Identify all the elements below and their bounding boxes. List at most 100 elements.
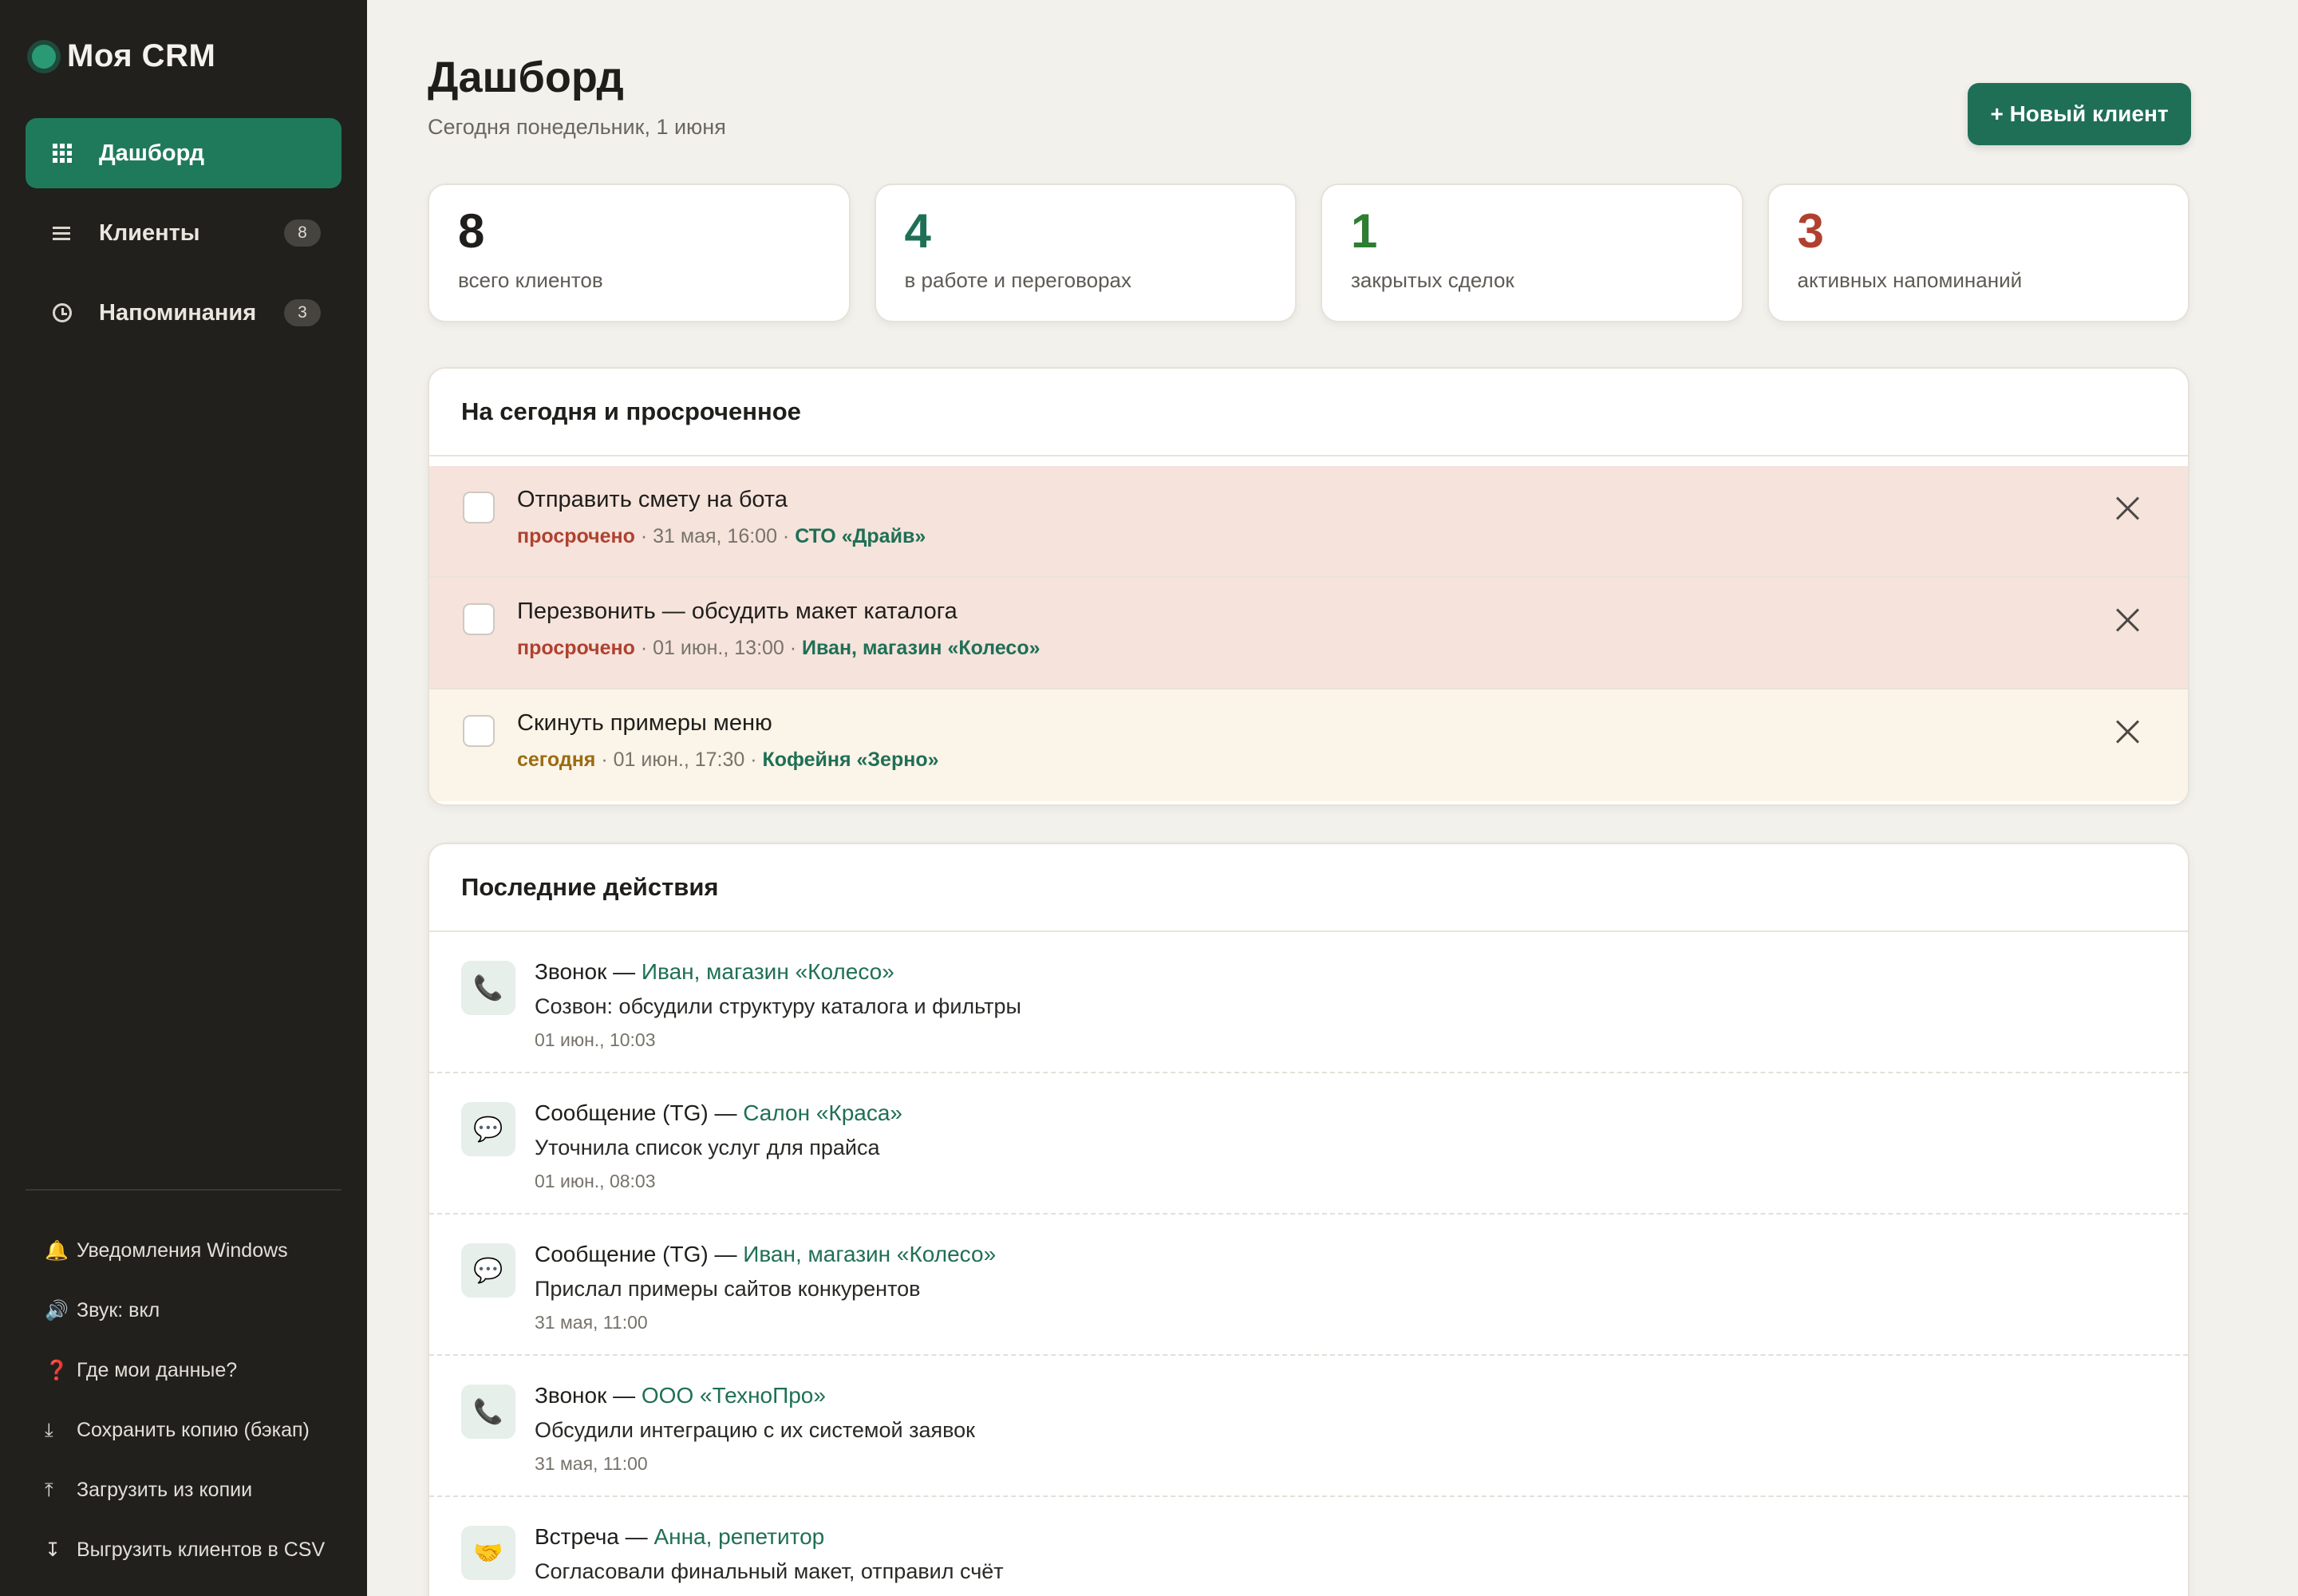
sidebar-item-clients[interactable]: Клиенты 8 (26, 198, 342, 268)
activity-card: Последние действия 📞 Звонок — Иван, мага… (428, 843, 2189, 1596)
stat-value: 3 (1797, 204, 1824, 258)
upload-icon: ⤒ (45, 1479, 53, 1501)
stat-card-total-clients: 8 всего клиентов (428, 184, 851, 322)
stat-label: закрытых сделок (1351, 268, 1514, 292)
activity-item: 📞 Звонок — Иван, магазин «Колесо» Созвон… (429, 932, 2188, 1073)
reminder-list: Отправить смету на бота просрочено · 31 … (429, 456, 2188, 801)
backup-restore-link[interactable]: ⤒ Загрузить из копии (45, 1460, 325, 1520)
reminder-item: Перезвонить — обсудить макет каталога пр… (429, 578, 2188, 689)
page-subtitle: Сегодня понедельник, 1 июня (428, 115, 726, 139)
notifications-link[interactable]: 🔔 Уведомления Windows (45, 1221, 325, 1281)
activity-list: 📞 Звонок — Иван, магазин «Колесо» Созвон… (429, 932, 2188, 1596)
client-link[interactable]: ООО «ТехноПро» (642, 1383, 826, 1408)
client-link[interactable]: СТО «Драйв» (795, 525, 926, 547)
client-link[interactable]: Кофейня «Зерно» (763, 749, 939, 771)
close-icon[interactable] (2113, 717, 2143, 747)
status-label: сегодня (517, 749, 596, 771)
activity-time: 01 июн., 08:03 (535, 1171, 656, 1191)
activity-title: Сообщение (TG) — Салон «Краса» (535, 1100, 902, 1126)
dashboard-grid-icon (53, 144, 72, 163)
section-title: На сегодня и просроченное (429, 369, 2188, 456)
sidebar: Моя CRM Дашборд Клиенты 8 Напоминания 3 … (0, 0, 367, 1596)
reminder-meta: сегодня · 01 июн., 17:30 · Кофейня «Зерн… (517, 749, 939, 772)
client-link[interactable]: Анна, репетитор (653, 1524, 824, 1549)
activity-type: Звонок — (535, 1383, 642, 1408)
activity-type: Сообщение (TG) — (535, 1100, 744, 1125)
reminder-meta: просрочено · 01 июн., 13:00 · Иван, мага… (517, 637, 1040, 660)
activity-text: Созвон: обсудили структуру каталога и фи… (535, 994, 1021, 1018)
stat-label: активных напоминаний (1797, 268, 2023, 292)
link-label: Загрузить из копии (77, 1479, 253, 1501)
client-link[interactable]: Иван, магазин «Колесо» (642, 959, 894, 984)
stats-row: 8 всего клиентов 4 в работе и переговора… (428, 184, 2189, 322)
brand[interactable]: Моя CRM (32, 38, 215, 74)
question-icon: ❓ (45, 1360, 69, 1381)
speaker-icon: 🔊 (45, 1300, 69, 1321)
activity-time: 01 июн., 10:03 (535, 1029, 656, 1050)
status-label: просрочено (517, 525, 635, 547)
activity-time: 31 мая, 11:00 (535, 1312, 648, 1333)
sidebar-item-dashboard[interactable]: Дашборд (26, 118, 342, 188)
client-link[interactable]: Иван, магазин «Колесо» (802, 637, 1040, 659)
activity-title: Встреча — Анна, репетитор (535, 1524, 824, 1550)
section-title: Последние действия (429, 844, 2188, 932)
data-location-link[interactable]: ❓ Где мои данные? (45, 1341, 325, 1400)
activity-item: 📞 Звонок — ООО «ТехноПро» Обсудили интег… (429, 1356, 2188, 1497)
link-label: Где мои данные? (77, 1359, 238, 1381)
reminder-title: Перезвонить — обсудить макет каталога (517, 598, 958, 624)
reminder-title: Отправить смету на бота (517, 487, 788, 512)
reminder-datetime: · 31 мая, 16:00 · (634, 525, 796, 547)
client-link[interactable]: Салон «Краса» (743, 1100, 902, 1125)
reminder-datetime: · 01 июн., 13:00 · (634, 637, 803, 659)
export-csv-link[interactable]: ↧ Выгрузить клиентов в CSV (45, 1520, 325, 1580)
activity-type: Встреча — (535, 1524, 654, 1549)
status-label: просрочено (517, 637, 635, 659)
stat-label: всего клиентов (458, 268, 603, 292)
handshake-icon: 🤝 (461, 1526, 515, 1580)
sidebar-divider (26, 1189, 342, 1191)
page-title: Дашборд (428, 53, 624, 101)
reminder-checkbox[interactable] (463, 603, 495, 635)
activity-time: 31 мая, 11:00 (535, 1453, 648, 1474)
reminder-item: Отправить смету на бота просрочено · 31 … (429, 466, 2188, 578)
backup-save-link[interactable]: ⤓ Сохранить копию (бэкап) (45, 1400, 325, 1460)
activity-item: 💬 Сообщение (TG) — Салон «Краса» Уточнил… (429, 1073, 2188, 1215)
activity-item: 🤝 Встреча — Анна, репетитор Согласовали … (429, 1497, 2188, 1596)
message-icon: 💬 (461, 1243, 515, 1298)
link-label: Выгрузить клиентов в CSV (77, 1539, 326, 1561)
count-badge: 8 (284, 219, 321, 247)
client-link[interactable]: Иван, магазин «Колесо» (743, 1242, 996, 1266)
clock-icon (53, 303, 72, 322)
close-icon[interactable] (2113, 605, 2143, 635)
app-name: Моя CRM (67, 38, 216, 73)
stat-value: 1 (1351, 204, 1378, 258)
close-icon[interactable] (2113, 493, 2143, 523)
link-label: Уведомления Windows (77, 1239, 288, 1262)
activity-type: Сообщение (TG) — (535, 1242, 744, 1266)
activity-text: Уточнила список услуг для прайса (535, 1136, 880, 1159)
sidebar-item-label: Напоминания (99, 299, 257, 326)
reminder-meta: просрочено · 31 мая, 16:00 · СТО «Драйв» (517, 525, 926, 548)
stat-card-closed-deals: 1 закрытых сделок (1321, 184, 1743, 322)
list-icon (53, 223, 72, 243)
reminder-checkbox[interactable] (463, 715, 495, 747)
link-label: Сохранить копию (бэкап) (77, 1419, 310, 1441)
sidebar-nav: Дашборд Клиенты 8 Напоминания 3 (26, 118, 342, 358)
sidebar-item-reminders[interactable]: Напоминания 3 (26, 278, 342, 348)
reminder-checkbox[interactable] (463, 492, 495, 523)
reminders-card: На сегодня и просроченное Отправить смет… (428, 367, 2189, 806)
reminder-title: Скинуть примеры меню (517, 710, 772, 736)
reminder-item: Скинуть примеры меню сегодня · 01 июн., … (429, 689, 2188, 801)
phone-icon: 📞 (461, 1385, 515, 1439)
activity-title: Сообщение (TG) — Иван, магазин «Колесо» (535, 1242, 996, 1267)
activity-title: Звонок — ООО «ТехноПро» (535, 1383, 826, 1408)
activity-type: Звонок — (535, 959, 642, 984)
sound-toggle-link[interactable]: 🔊 Звук: вкл (45, 1281, 325, 1341)
stat-card-active-reminders: 3 активных напоминаний (1767, 184, 2189, 322)
activity-text: Согласовали финальный макет, отправил сч… (535, 1559, 1004, 1583)
stat-label: в работе и переговорах (904, 268, 1132, 292)
stat-card-in-progress: 4 в работе и переговорах (874, 184, 1297, 322)
activity-text: Обсудили интеграцию с их системой заявок (535, 1418, 975, 1442)
count-badge: 3 (284, 299, 321, 326)
new-client-button[interactable]: + Новый клиент (1968, 83, 2191, 145)
